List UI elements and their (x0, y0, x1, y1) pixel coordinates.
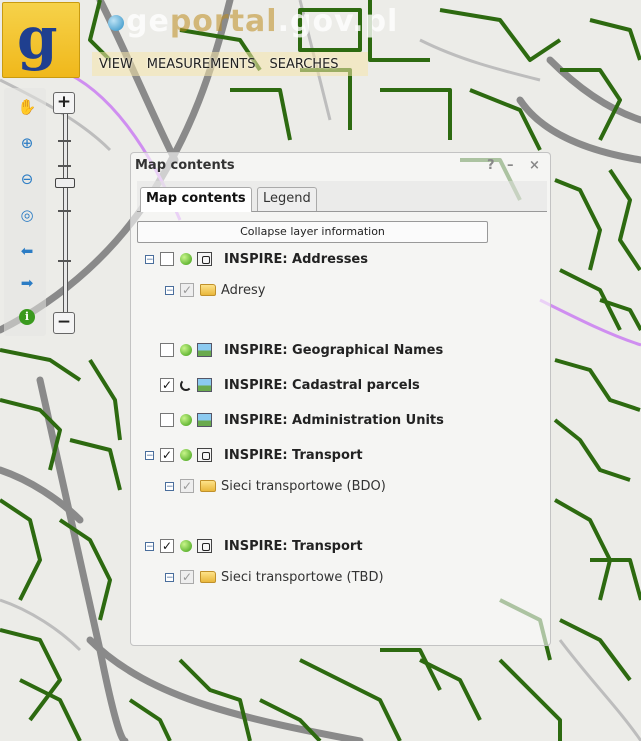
zoom-tick (58, 260, 71, 262)
forward-arrow-icon[interactable]: ➡ (16, 272, 38, 294)
globe-icon (108, 14, 124, 31)
map-toolbar: ✋ ⊕ ⊖ ◎ ⬅ ➡ i (4, 88, 46, 336)
status-ok-icon (180, 540, 192, 552)
layer-checkbox[interactable]: ✓ (160, 539, 174, 553)
layer-name: INSPIRE: Transport (224, 538, 363, 554)
layer-name: INSPIRE: Administration Units (224, 412, 444, 428)
layer-checkbox[interactable] (160, 252, 174, 266)
zoom-tick (58, 165, 71, 167)
zoom-out-tool-icon[interactable]: ⊖ (16, 168, 38, 190)
menu-view[interactable]: VIEW (99, 57, 133, 72)
zoom-handle[interactable] (55, 178, 75, 188)
brand-post: .gov.pl (277, 4, 399, 39)
layer-checkbox[interactable]: ✓ (160, 378, 174, 392)
layer-checkbox[interactable]: ✓ (160, 448, 174, 462)
image-layer-icon (197, 413, 212, 427)
image-layer-icon (197, 378, 212, 392)
collapse-icon[interactable]: − (165, 572, 174, 582)
status-ok-icon (180, 344, 192, 356)
pan-hand-icon[interactable]: ✋ (16, 96, 38, 118)
close-button[interactable]: × (529, 158, 540, 173)
menu-searches[interactable]: SEARCHES (269, 57, 338, 72)
folder-icon (200, 571, 216, 583)
zoom-tick (58, 210, 71, 212)
tab-legend[interactable]: Legend (257, 187, 317, 211)
main-menu: VIEW MEASUREMENTS SEARCHES (92, 52, 368, 76)
zoom-tick (58, 140, 71, 142)
sublayer-name: Sieci transportowe (BDO) (221, 478, 386, 494)
sublayer-checkbox[interactable]: ✓ (180, 283, 194, 297)
zoom-in-button[interactable]: + (53, 92, 75, 114)
collapse-layer-info-button[interactable]: Collapse layer information (137, 221, 488, 243)
status-ok-icon (180, 253, 192, 265)
zoom-slider[interactable]: + − (52, 90, 76, 340)
zoom-in-tool-icon[interactable]: ⊕ (16, 132, 38, 154)
collapse-icon[interactable]: − (145, 254, 154, 264)
back-arrow-icon[interactable]: ⬅ (16, 240, 38, 262)
info-icon[interactable]: i (16, 306, 38, 328)
zoom-out-button[interactable]: − (53, 312, 75, 334)
layer-name: INSPIRE: Addresses (224, 251, 368, 267)
panel-titlebar[interactable]: Map contents ? – × (131, 153, 550, 179)
brand-pre: ge (126, 4, 170, 39)
layer-row: − ✓ INSPIRE: Transport (145, 445, 363, 465)
menu-measurements[interactable]: MEASUREMENTS (147, 57, 256, 72)
sublayer-row: − ✓ Adresy (165, 280, 265, 300)
legend-icon[interactable] (197, 448, 212, 462)
loading-spinner-icon (180, 379, 192, 391)
layer-row: INSPIRE: Administration Units (145, 410, 444, 430)
brand-accent: portal (169, 4, 278, 39)
sublayer-checkbox[interactable]: ✓ (180, 479, 194, 493)
sublayer-row: − ✓ Sieci transportowe (TBD) (165, 567, 384, 587)
map-contents-panel: Map contents ? – × Map contents Legend C… (130, 152, 551, 646)
layer-row: ✓ INSPIRE: Cadastral parcels (145, 375, 420, 395)
zoom-rail (63, 112, 68, 330)
folder-icon (200, 480, 216, 492)
layer-checkbox[interactable] (160, 413, 174, 427)
sublayer-name: Adresy (221, 282, 266, 298)
legend-icon[interactable] (197, 252, 212, 266)
layer-name: INSPIRE: Cadastral parcels (224, 377, 420, 393)
legend-icon[interactable] (197, 539, 212, 553)
geoportal-logo[interactable]: g (2, 2, 80, 78)
folder-icon (200, 284, 216, 296)
sublayer-checkbox[interactable]: ✓ (180, 570, 194, 584)
layer-checkbox[interactable] (160, 343, 174, 357)
collapse-icon[interactable]: − (165, 285, 174, 295)
panel-title: Map contents (135, 158, 235, 173)
collapse-icon[interactable]: − (145, 450, 154, 460)
minimize-button[interactable]: – (507, 158, 514, 173)
layer-row: INSPIRE: Geographical Names (145, 340, 443, 360)
help-button[interactable]: ? (487, 158, 495, 173)
collapse-icon[interactable]: − (165, 481, 174, 491)
collapse-icon[interactable]: − (145, 541, 154, 551)
tab-map-contents[interactable]: Map contents (140, 187, 252, 212)
layer-row: − ✓ INSPIRE: Transport (145, 536, 363, 556)
panel-tabs: Map contents Legend (137, 181, 547, 212)
sublayer-row: − ✓ Sieci transportowe (BDO) (165, 476, 386, 496)
status-ok-icon (180, 414, 192, 426)
logo-g-icon: g (17, 4, 58, 72)
zoom-extent-icon[interactable]: ◎ (16, 204, 38, 226)
layer-name: INSPIRE: Transport (224, 447, 363, 463)
brand-title: geportal.gov.pl (108, 4, 398, 39)
status-ok-icon (180, 449, 192, 461)
layer-row: − INSPIRE: Addresses (145, 249, 368, 269)
sublayer-name: Sieci transportowe (TBD) (221, 569, 384, 585)
image-layer-icon (197, 343, 212, 357)
layer-name: INSPIRE: Geographical Names (224, 342, 444, 358)
